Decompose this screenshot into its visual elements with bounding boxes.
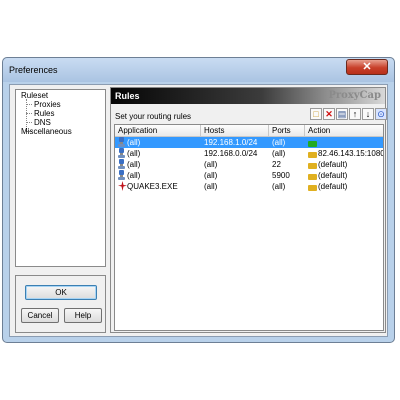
column-header-application[interactable]: Application: [115, 125, 201, 137]
column-header-ports[interactable]: Ports: [269, 125, 305, 137]
cell-action: 82.46.143.15:1080: [308, 149, 384, 158]
help-button[interactable]: Help: [64, 308, 102, 323]
delete-rule-button[interactable]: ✕: [323, 108, 335, 120]
tree-item-proxies[interactable]: Proxies: [34, 100, 61, 109]
tree-item-dns[interactable]: DNS: [34, 118, 51, 127]
rules-panel: Rules ProxyCap Set your routing rules □ …: [110, 87, 387, 333]
rule-row[interactable]: (all) (all) 22 (default): [115, 159, 383, 170]
dialog-buttons: OK Cancel Help: [15, 275, 106, 333]
cell-ports: 5900: [272, 171, 290, 180]
proxy-icon: [308, 152, 317, 158]
cell-application: (all): [127, 149, 141, 158]
cell-application: (all): [127, 171, 141, 180]
computer-icon: [118, 170, 125, 180]
cell-application: (all): [127, 160, 141, 169]
panel-header: Rules ProxyCap: [111, 88, 385, 104]
tree-item-rules[interactable]: Rules: [34, 109, 54, 118]
cell-hosts: (all): [204, 160, 218, 169]
column-header-hosts[interactable]: Hosts: [201, 125, 269, 137]
cancel-button[interactable]: Cancel: [21, 308, 59, 323]
brand-logo: ProxyCap: [328, 90, 381, 101]
cell-action: (default): [308, 182, 347, 191]
cell-hosts: 192.168.0.0/24: [204, 149, 258, 158]
move-down-button[interactable]: ↓: [362, 108, 374, 120]
quake-icon: [118, 181, 127, 191]
rule-row[interactable]: (all) (all) 5900 (default): [115, 170, 383, 181]
cell-ports: (all): [272, 182, 286, 191]
cell-hosts: (all): [204, 182, 218, 191]
tree-item-miscellaneous[interactable]: Miscellaneous: [21, 127, 72, 136]
proxy-icon: [308, 174, 317, 180]
panel-title: Rules: [115, 91, 140, 101]
rule-row[interactable]: (all) 192.168.0.0/24 (all) 82.46.143.15:108…: [115, 148, 383, 159]
ok-button[interactable]: OK: [25, 285, 97, 300]
properties-icon: ▤: [337, 109, 347, 119]
computer-icon: [118, 148, 125, 158]
properties-button[interactable]: ▤: [336, 108, 348, 120]
computer-icon: [118, 159, 125, 169]
computer-icon: [118, 137, 125, 147]
window-title: Preferences: [9, 65, 58, 75]
close-icon: ✕: [362, 61, 372, 73]
cell-action-text: (default): [318, 160, 348, 169]
rule-row[interactable]: QUAKE3.EXE (all) (all) (default): [115, 181, 383, 192]
proxy-icon: [308, 163, 317, 169]
cell-action-text: 82.46.143.15:1080: [318, 149, 384, 158]
rule-row[interactable]: (all) 192.168.1.0/24 (all): [115, 137, 383, 148]
new-rule-icon: □: [313, 109, 319, 119]
delete-rule-icon: ✕: [325, 109, 333, 119]
column-header-action[interactable]: Action: [305, 125, 383, 137]
settings-tree: Ruleset Proxies Rules DNS Miscellaneous: [15, 89, 106, 267]
close-button[interactable]: ✕: [346, 59, 388, 75]
cell-hosts: (all): [204, 171, 218, 180]
cell-ports: 22: [272, 160, 281, 169]
panel-subtitle: Set your routing rules: [115, 112, 192, 121]
rules-list[interactable]: Application Hosts Ports Action (all) 192.…: [114, 124, 384, 331]
direct-icon: [308, 141, 317, 147]
move-up-button[interactable]: ↑: [349, 108, 361, 120]
cell-application: (all): [127, 138, 141, 147]
cell-action-text: (default): [318, 171, 348, 180]
cell-ports: (all): [272, 138, 286, 147]
info-button[interactable]: ⊙: [375, 108, 387, 120]
tree-connector: [26, 104, 32, 105]
tree-connector: [26, 122, 32, 123]
tree-item-ruleset[interactable]: Ruleset: [21, 91, 48, 100]
move-down-icon: ↓: [365, 109, 371, 119]
preferences-window: Preferences ✕ Ruleset Proxies Rules DNS …: [2, 57, 395, 343]
cell-action-text: (default): [318, 182, 348, 191]
cell-action: (default): [308, 160, 347, 169]
move-up-icon: ↑: [352, 109, 358, 119]
cell-application: QUAKE3.EXE: [127, 182, 178, 191]
info-icon: ⊙: [377, 109, 385, 119]
title-bar[interactable]: Preferences ✕: [3, 58, 394, 82]
new-rule-button[interactable]: □: [310, 108, 322, 120]
cell-action: [308, 138, 318, 147]
cell-ports: (all): [272, 149, 286, 158]
tree-connector: [26, 113, 32, 114]
proxy-icon: [308, 185, 317, 191]
dialog-client-area: Ruleset Proxies Rules DNS Miscellaneous …: [9, 84, 388, 337]
cell-action: (default): [308, 171, 347, 180]
cell-hosts: 192.168.1.0/24: [204, 138, 258, 147]
